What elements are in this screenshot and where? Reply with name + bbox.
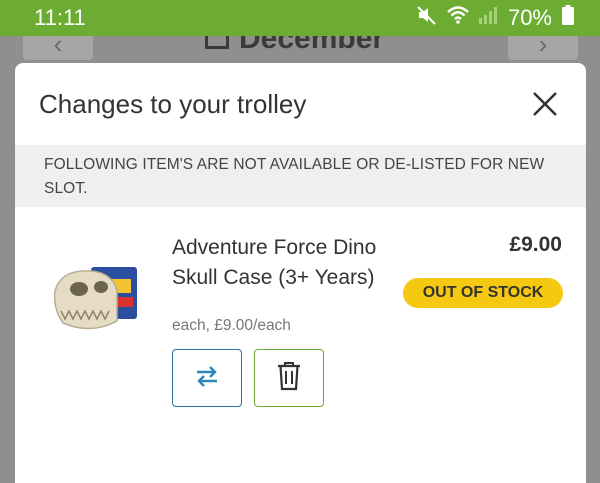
modal-header: Changes to your trolley xyxy=(15,63,586,145)
chevron-left-icon[interactable]: ‹ xyxy=(23,36,93,60)
status-time: 11:11 xyxy=(34,5,86,30)
status-bar: 11:11 70% xyxy=(0,0,600,36)
swap-item-button[interactable] xyxy=(172,349,242,407)
battery-icon xyxy=(562,5,574,31)
wifi-icon xyxy=(446,5,470,31)
close-icon[interactable] xyxy=(530,89,560,119)
mute-icon xyxy=(416,4,438,32)
item-price: £9.00 xyxy=(509,233,562,256)
trolley-changes-modal: Changes to your trolley FOLLOWING ITEM'S… xyxy=(15,63,586,483)
unit-price: each, £9.00/each xyxy=(172,317,291,334)
month-title: December xyxy=(239,36,385,55)
calendar-icon xyxy=(205,36,229,49)
status-right: 70% xyxy=(416,4,574,32)
trash-icon xyxy=(277,361,301,396)
delete-item-button[interactable] xyxy=(254,349,324,407)
unavailable-notice: FOLLOWING ITEM'S ARE NOT AVAILABLE OR DE… xyxy=(15,145,586,207)
background-calendar-header: ‹ December › xyxy=(0,36,600,66)
out-of-stock-badge: OUT OF STOCK xyxy=(403,278,563,308)
modal-title: Changes to your trolley xyxy=(39,88,307,119)
swap-arrows-icon xyxy=(195,364,219,393)
signal-icon xyxy=(478,5,498,31)
status-icons xyxy=(416,4,498,32)
battery-percent: 70% xyxy=(507,5,552,30)
trolley-item: Adventure Force Dino Skull Case (3+ Year… xyxy=(15,207,586,483)
dino-skull-case-image xyxy=(51,261,151,341)
item-name: Adventure Force Dino Skull Case (3+ Year… xyxy=(172,236,377,289)
month-selector[interactable]: December xyxy=(205,36,384,56)
chevron-right-icon[interactable]: › xyxy=(508,36,578,60)
